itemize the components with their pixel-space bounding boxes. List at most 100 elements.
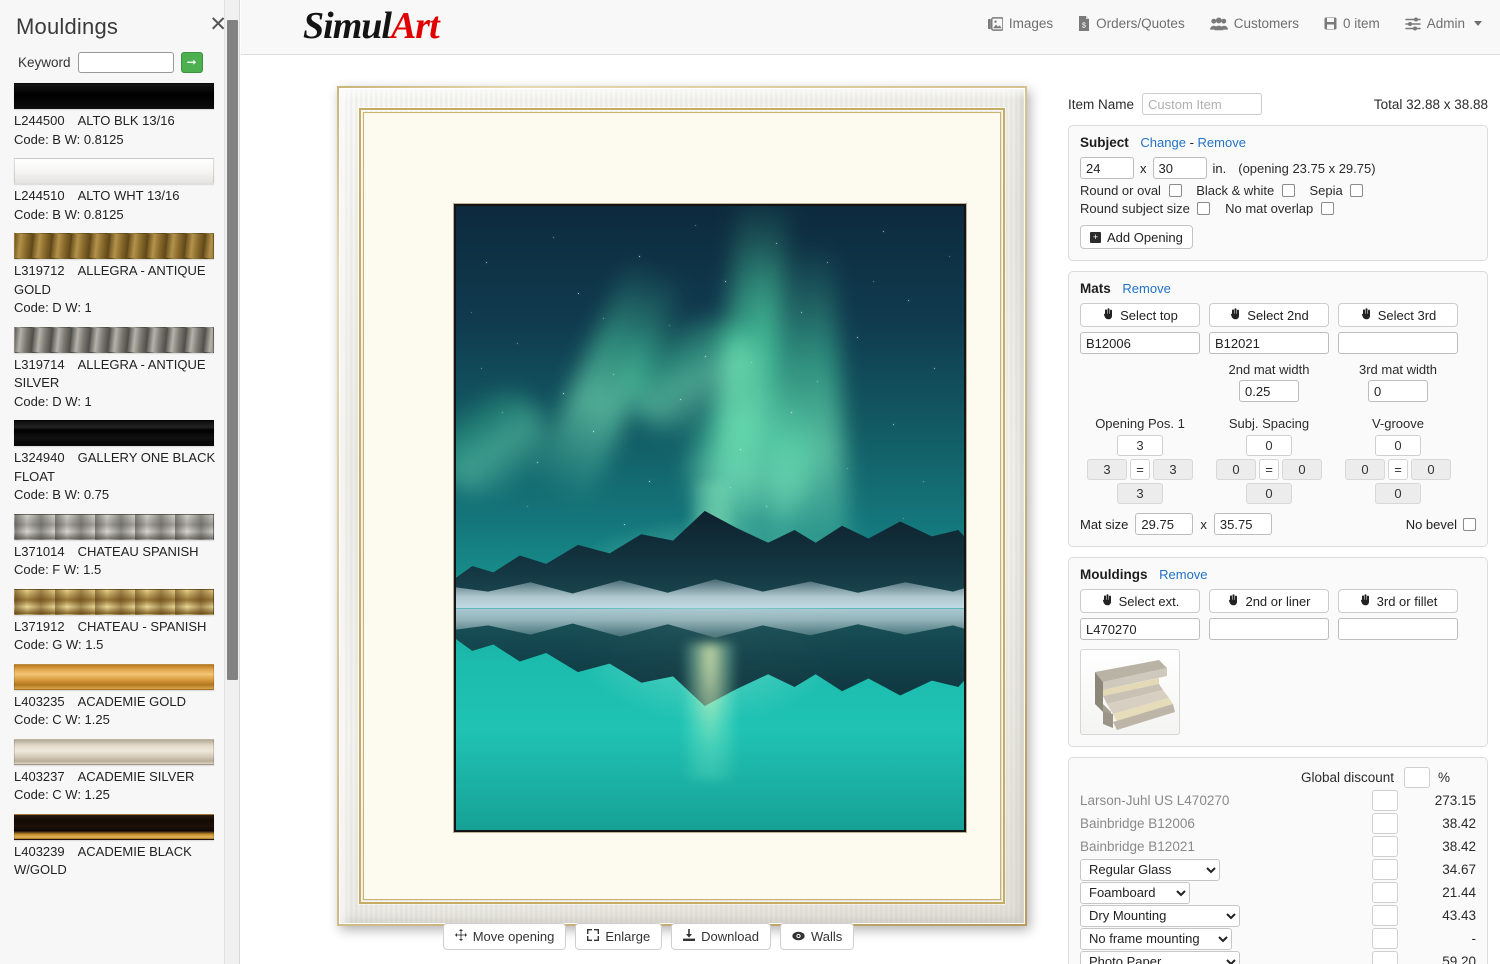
nav-item-images[interactable]: Images <box>987 16 1053 31</box>
moulding-swatch[interactable] <box>14 663 214 690</box>
pricing-select-cell[interactable]: Regular Glass <box>1080 858 1372 881</box>
moulding-swatch[interactable] <box>14 326 214 353</box>
nav-item-orders-quotes[interactable]: $ Orders/Quotes <box>1078 16 1185 31</box>
black-white-checkbox[interactable] <box>1281 184 1295 197</box>
nav-item-cart[interactable]: 0 item <box>1324 16 1380 31</box>
add-opening-button[interactable]: + Add Opening <box>1080 225 1193 249</box>
pricing-discount-input[interactable] <box>1372 905 1398 926</box>
move-opening-button[interactable]: Move opening <box>442 923 567 950</box>
global-discount-input[interactable] <box>1404 767 1430 788</box>
spacing-bottom-input[interactable]: 0 <box>1246 483 1292 504</box>
vgroove-left-input[interactable]: 0 <box>1345 459 1385 480</box>
moulding-swatch[interactable] <box>14 420 214 446</box>
moulding-swatch[interactable] <box>14 233 214 259</box>
item-name-input[interactable] <box>1142 93 1263 115</box>
pricing-option-select[interactable]: Photo Paper <box>1080 950 1240 964</box>
moulding-swatch[interactable] <box>14 738 214 765</box>
pricing-option-select[interactable]: Dry Mounting <box>1080 904 1240 927</box>
mats-remove-link[interactable]: Remove <box>1122 281 1170 296</box>
sidebar-scrollbar-thumb[interactable] <box>227 20 238 680</box>
mouldings-remove-link[interactable]: Remove <box>1159 567 1207 582</box>
moulding-list-item[interactable]: L403237 ACADEMIE SILVER Code: C W: 1.25 <box>14 738 239 805</box>
select-top-mat-button[interactable]: Select top <box>1080 303 1200 327</box>
pricing-discount-input[interactable] <box>1372 790 1398 811</box>
vgroove-equals-toggle[interactable]: = <box>1388 459 1408 480</box>
second-mat-width-input[interactable] <box>1239 380 1299 402</box>
pricing-select-cell[interactable]: Foamboard <box>1080 881 1372 904</box>
select-3rd-or-fillet-button[interactable]: 3rd or fillet <box>1338 589 1458 613</box>
spacing-equals-toggle[interactable]: = <box>1259 459 1279 480</box>
nav-item-customers[interactable]: Customers <box>1209 16 1299 31</box>
moulding-list-item[interactable]: L244500 ALTO BLK 13/16 Code: B W: 0.8125 <box>14 83 239 149</box>
pricing-option-select[interactable]: Foamboard <box>1080 881 1190 904</box>
subject-change-link[interactable]: Change <box>1140 135 1186 150</box>
second-mat-code-input[interactable] <box>1209 332 1329 354</box>
pricing-select-cell[interactable]: Photo Paper <box>1080 950 1372 964</box>
vgroove-bottom-input[interactable]: 0 <box>1375 483 1421 504</box>
subject-remove-link[interactable]: Remove <box>1198 135 1246 150</box>
moulding-list-item[interactable]: L403239 ACADEMIE BLACK W/GOLD <box>14 813 239 880</box>
opening-bottom-input[interactable]: 3 <box>1117 483 1163 504</box>
pricing-discount-input[interactable] <box>1372 882 1398 903</box>
subject-height-input[interactable] <box>1152 157 1207 179</box>
moulding-list-item[interactable]: L319712 ALLEGRA - ANTIQUE GOLD Code: D W: … <box>14 233 239 318</box>
moulding-list[interactable]: L244500 ALTO BLK 13/16 Code: B W: 0.8125 L2… <box>0 83 239 964</box>
moulding-list-item[interactable]: L319714 ALLEGRA - ANTIQUE SILVER Code: D W… <box>14 326 239 412</box>
moulding-list-item[interactable]: L244510 ALTO WHT 13/16 Code: B W: 0.8125 <box>14 158 239 224</box>
pricing-select-cell[interactable]: Dry Mounting <box>1080 904 1372 927</box>
select-ext-moulding-button[interactable]: Select ext. <box>1080 589 1200 613</box>
moulding-swatch[interactable] <box>14 513 214 540</box>
round-subject-size-checkbox[interactable] <box>1197 202 1211 215</box>
moulding-swatch[interactable] <box>14 813 214 840</box>
ext-moulding-code-input[interactable] <box>1080 618 1200 640</box>
sidebar-scrollbar-track[interactable] <box>224 0 239 964</box>
opening-equals-toggle[interactable]: = <box>1130 459 1150 480</box>
keyword-input[interactable] <box>77 52 174 73</box>
vgroove-top-input[interactable]: 0 <box>1375 435 1421 456</box>
artwork-opening[interactable] <box>454 204 966 832</box>
opening-left-input[interactable]: 3 <box>1087 459 1127 480</box>
vgroove-right-input[interactable]: 0 <box>1411 459 1451 480</box>
pricing-discount-input[interactable] <box>1372 836 1398 857</box>
moulding-list-item[interactable]: L371912 CHATEAU - SPANISH Code: G W: 1.5 <box>14 588 239 655</box>
moulding-list-item[interactable]: L324940 GALLERY ONE BLACK FLOAT Code: B W:… <box>14 420 239 505</box>
nav-item-admin[interactable]: Admin <box>1404 16 1482 31</box>
moulding-list-item[interactable]: L403235 ACADEMIE GOLD Code: C W: 1.25 <box>14 663 239 730</box>
enlarge-button[interactable]: Enlarge <box>575 923 663 950</box>
moulding-corner-thumbnail[interactable] <box>1080 649 1180 735</box>
pricing-discount-input[interactable] <box>1372 813 1398 834</box>
select-2nd-or-liner-button[interactable]: 2nd or liner <box>1209 589 1329 613</box>
spacing-left-input[interactable]: 0 <box>1216 459 1256 480</box>
second-moulding-code-input[interactable] <box>1209 618 1329 640</box>
spacing-top-input[interactable]: 0 <box>1246 435 1292 456</box>
subject-width-input[interactable] <box>1080 157 1134 179</box>
mat-size-height-input[interactable] <box>1213 513 1272 535</box>
third-moulding-code-input[interactable] <box>1338 618 1458 640</box>
opening-right-input[interactable]: 3 <box>1153 459 1193 480</box>
moulding-list-item[interactable]: L371014 CHATEAU SPANISH Code: F W: 1.5 <box>14 513 239 580</box>
third-mat-width-input[interactable] <box>1368 380 1428 402</box>
pricing-option-select[interactable]: No frame mounting <box>1080 927 1232 950</box>
pricing-discount-input[interactable] <box>1372 928 1398 949</box>
framed-artwork-preview[interactable] <box>337 86 1027 926</box>
select-3rd-mat-button[interactable]: Select 3rd <box>1338 303 1458 327</box>
pricing-discount-input[interactable] <box>1372 951 1398 964</box>
no-mat-overlap-checkbox[interactable] <box>1320 202 1334 215</box>
moulding-swatch[interactable] <box>14 158 214 184</box>
download-button[interactable]: Download <box>671 923 771 950</box>
no-bevel-checkbox[interactable] <box>1463 517 1476 531</box>
third-mat-code-input[interactable] <box>1338 332 1458 354</box>
moulding-swatch[interactable] <box>14 588 214 615</box>
round-or-oval-checkbox[interactable] <box>1168 184 1182 197</box>
moulding-swatch[interactable] <box>14 83 214 109</box>
pricing-option-select[interactable]: Regular Glass <box>1080 858 1220 881</box>
pricing-discount-input[interactable] <box>1372 859 1398 880</box>
opening-top-input[interactable]: 3 <box>1117 435 1163 456</box>
spacing-right-input[interactable]: 0 <box>1282 459 1322 480</box>
select-2nd-mat-button[interactable]: Select 2nd <box>1209 303 1329 327</box>
walls-button[interactable]: Walls <box>780 923 855 950</box>
arrow-right-icon[interactable]: ➞ <box>180 52 203 73</box>
top-mat-code-input[interactable] <box>1080 332 1200 354</box>
simulart-logo[interactable]: SimulArt <box>303 4 440 48</box>
pricing-select-cell[interactable]: No frame mounting <box>1080 927 1372 950</box>
